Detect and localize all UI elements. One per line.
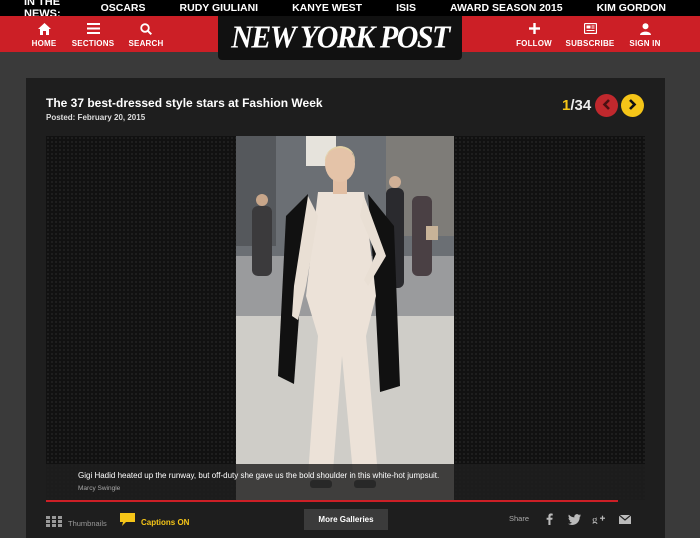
previous-slide-button[interactable] (595, 94, 618, 117)
newspaper-icon (583, 21, 597, 37)
grid-icon (46, 514, 62, 532)
share-label: Share (509, 514, 530, 523)
slide-counter: 1/34 (562, 97, 591, 114)
progress-bar (46, 500, 618, 502)
posted-date: Posted: February 20, 2015 (46, 113, 146, 122)
search-button[interactable]: SEARCH (122, 16, 170, 52)
speech-bubble-icon (120, 513, 135, 531)
more-galleries-button[interactable]: More Galleries (304, 509, 388, 530)
home-icon (37, 21, 51, 37)
trending-item-kim-gordon[interactable]: KIM GORDON (597, 2, 666, 14)
google-plus-icon[interactable]: g (592, 512, 606, 526)
slide-total: /34 (570, 97, 592, 114)
trending-item-award-season[interactable]: AWARD SEASON 2015 (450, 2, 563, 14)
trending-item-isis[interactable]: ISIS (396, 2, 416, 14)
plus-icon (528, 21, 540, 37)
twitter-icon[interactable] (567, 512, 581, 526)
home-label: HOME (31, 38, 57, 48)
facebook-icon[interactable] (542, 512, 556, 526)
user-icon (639, 21, 651, 37)
sign-in-button[interactable]: SIGN IN (621, 16, 669, 52)
thumbnails-label: Thumbnails (68, 518, 107, 528)
search-label: SEARCH (128, 38, 164, 48)
chevron-left-icon (602, 97, 611, 115)
gallery-toolbar: Thumbnails Captions ON More Galleries Sh… (26, 506, 665, 538)
slide-photo (236, 136, 454, 500)
sections-label: SECTIONS (71, 38, 115, 48)
next-slide-button[interactable] (621, 94, 644, 117)
trending-item-rudy-giuliani[interactable]: RUDY GIULIANI (180, 2, 259, 14)
site-header: HOME SECTIONS SEARCH NEW YORK POST FOLLO… (0, 16, 700, 60)
gallery-panel: The 37 best-dressed style stars at Fashi… (26, 78, 665, 538)
slide-stage[interactable]: Gigi Hadid heated up the runway, but off… (46, 136, 645, 500)
sections-button[interactable]: SECTIONS (69, 16, 117, 52)
subscribe-button[interactable]: SUBSCRIBE (566, 16, 614, 52)
sign-in-label: SIGN IN (629, 38, 661, 48)
subscribe-label: SUBSCRIBE (565, 38, 615, 48)
home-button[interactable]: HOME (20, 16, 68, 52)
chevron-right-icon (628, 97, 637, 115)
email-icon[interactable] (618, 512, 632, 526)
trending-item-oscars[interactable]: OSCARS (101, 2, 146, 14)
site-logo[interactable]: NEW YORK POST (218, 16, 462, 60)
logo-text: NEW YORK POST (231, 20, 450, 55)
captions-label: Captions ON (141, 517, 190, 527)
search-icon (140, 21, 152, 37)
svg-text:g: g (592, 514, 598, 524)
slide-caption: Gigi Hadid heated up the runway, but off… (46, 464, 645, 500)
menu-icon (86, 21, 100, 37)
captions-toggle[interactable]: Captions ON (120, 513, 189, 531)
caption-text: Gigi Hadid heated up the runway, but off… (78, 471, 440, 480)
follow-label: FOLLOW (516, 38, 552, 48)
trending-item-kanye-west[interactable]: KANYE WEST (292, 2, 362, 14)
trending-bar: IN THE NEWS: OSCARS RUDY GIULIANI KANYE … (0, 0, 700, 20)
photo-credit: Marcy Swingle (78, 485, 121, 492)
follow-button[interactable]: FOLLOW (510, 16, 558, 52)
gallery-title: The 37 best-dressed style stars at Fashi… (46, 96, 323, 110)
thumbnails-button[interactable]: Thumbnails (46, 514, 107, 532)
